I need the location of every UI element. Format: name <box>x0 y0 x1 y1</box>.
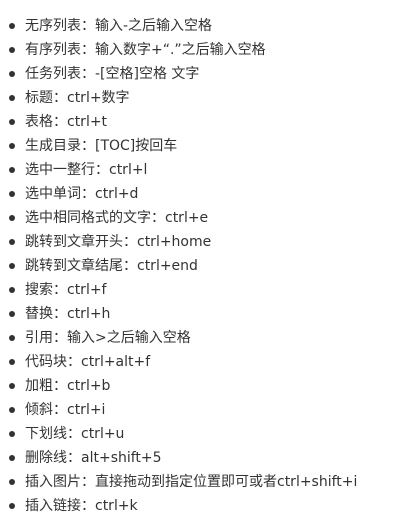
list-item: 跳转到文章开头：ctrl+home <box>0 230 407 254</box>
list-item: 生成目录：[TOC]按回车 <box>0 134 407 158</box>
list-item: 引用：输入>之后输入空格 <box>0 326 407 350</box>
list-item-text: 跳转到文章结尾：ctrl+end <box>25 258 198 274</box>
list-item: 无序列表：输入-之后输入空格 <box>0 14 407 38</box>
list-item-text: 选中一整行：ctrl+l <box>25 162 148 178</box>
bullet-icon <box>9 455 15 461</box>
bullet-icon <box>9 503 15 509</box>
bullet-icon <box>9 191 15 197</box>
list-item-text: 删除线：alt+shift+5 <box>25 450 162 466</box>
list-item: 插入图片：直接拖动到指定位置即可或者ctrl+shift+i <box>0 470 407 494</box>
bullet-icon <box>9 215 15 221</box>
bullet-icon <box>9 239 15 245</box>
bullet-icon <box>9 431 15 437</box>
list-item-text: 替换：ctrl+h <box>25 306 111 322</box>
list-item: 下划线：ctrl+u <box>0 422 407 446</box>
list-item: 选中一整行：ctrl+l <box>0 158 407 182</box>
list-item: 有序列表：输入数字+“.”之后输入空格 <box>0 38 407 62</box>
list-item-text: 搜索：ctrl+f <box>25 282 107 298</box>
bullet-icon <box>9 167 15 173</box>
list-item: 加粗：ctrl+b <box>0 374 407 398</box>
list-item-text: 表格：ctrl+t <box>25 114 108 130</box>
bullet-icon <box>9 119 15 125</box>
list-item-text: 任务列表：-[空格]空格 文字 <box>25 66 200 82</box>
list-item-text: 加粗：ctrl+b <box>25 378 111 394</box>
list-item-text: 生成目录：[TOC]按回车 <box>25 138 178 154</box>
list-item: 表格：ctrl+t <box>0 110 407 134</box>
list-item: 选中相同格式的文字：ctrl+e <box>0 206 407 230</box>
list-item-text: 引用：输入>之后输入空格 <box>25 330 191 346</box>
list-item-text: 倾斜：ctrl+i <box>25 402 106 418</box>
list-item-text: 无序列表：输入-之后输入空格 <box>25 18 213 34</box>
list-item: 标题：ctrl+数字 <box>0 86 407 110</box>
list-item-text: 代码块：ctrl+alt+f <box>25 354 151 370</box>
bullet-icon <box>9 143 15 149</box>
list-item: 代码块：ctrl+alt+f <box>0 350 407 374</box>
bullet-icon <box>9 71 15 77</box>
list-item-text: 下划线：ctrl+u <box>25 426 125 442</box>
bullet-icon <box>9 359 15 365</box>
shortcut-list: 无序列表：输入-之后输入空格 有序列表：输入数字+“.”之后输入空格 任务列表：… <box>0 14 407 518</box>
list-item-text: 插入图片：直接拖动到指定位置即可或者ctrl+shift+i <box>25 474 358 490</box>
list-item-text: 有序列表：输入数字+“.”之后输入空格 <box>25 42 266 58</box>
list-item: 跳转到文章结尾：ctrl+end <box>0 254 407 278</box>
list-item-text: 跳转到文章开头：ctrl+home <box>25 234 212 250</box>
bullet-icon <box>9 335 15 341</box>
list-item-text: 插入链接：ctrl+k <box>25 498 138 514</box>
bullet-icon <box>9 383 15 389</box>
list-item: 替换：ctrl+h <box>0 302 407 326</box>
list-item: 倾斜：ctrl+i <box>0 398 407 422</box>
bullet-icon <box>9 95 15 101</box>
list-item-text: 选中相同格式的文字：ctrl+e <box>25 210 209 226</box>
bullet-icon <box>9 407 15 413</box>
list-item-text: 标题：ctrl+数字 <box>25 90 130 106</box>
bullet-icon <box>9 311 15 317</box>
list-item: 任务列表：-[空格]空格 文字 <box>0 62 407 86</box>
bullet-icon <box>9 479 15 485</box>
list-item: 搜索：ctrl+f <box>0 278 407 302</box>
list-item: 插入链接：ctrl+k <box>0 494 407 518</box>
bullet-icon <box>9 287 15 293</box>
bullet-icon <box>9 263 15 269</box>
list-item-text: 选中单词：ctrl+d <box>25 186 139 202</box>
list-item: 选中单词：ctrl+d <box>0 182 407 206</box>
bullet-icon <box>9 47 15 53</box>
bullet-icon <box>9 23 15 29</box>
list-item: 删除线：alt+shift+5 <box>0 446 407 470</box>
